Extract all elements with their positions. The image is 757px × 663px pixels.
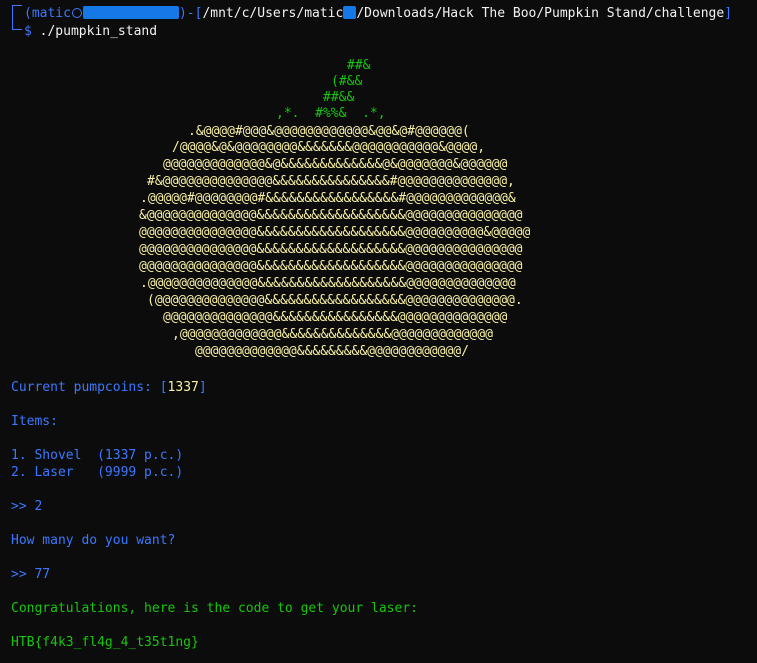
prompt-user: (matic <box>24 6 71 21</box>
pumpcoins-line: Current pumpcoins: [1337] <box>11 379 207 396</box>
pumpcoins-label: Current pumpcoins: <box>11 380 160 395</box>
art-body-row: @@@@@@@@@@@@@@&&&&&&&&&&&&&&&&@@@@@@@@@@… <box>163 310 508 325</box>
flag-text: HTB{f4k3_fl4g_4_t35t1ng} <box>11 635 199 650</box>
art-body-row: &@@@@@@@@@@@@@@&&&&&&&&&&&&&&&&&&&@@@@@@… <box>139 208 523 223</box>
pumpcoins-bracket-open: [ <box>159 380 168 395</box>
art-body-row: /@@@@&@&@@@@@@@@&&&&&&&@@@@@@@@@@@&@@@@, <box>172 140 486 155</box>
art-body-row: @@@@@@@@@@@@@&@&&&&&&&&&&&&&@&@@@@@@@&@@… <box>163 157 508 172</box>
art-body-row: @@@@@@@@@@@@@@@&&&&&&&&&&&&&&&&&&&@@@@@@… <box>139 242 523 257</box>
items-heading: Items: <box>11 414 58 429</box>
skull-icon <box>71 8 82 18</box>
art-stem-row: ##& <box>347 58 371 73</box>
art-body-row: @@@@@@@@@@@@@@@&&&&&&&&&&&&&&&&&&&@@@@@@… <box>139 225 531 240</box>
redacted-hostname <box>82 6 179 19</box>
art-stem-row: (#&& <box>331 74 363 89</box>
art-body-row: @@@@@@@@@@@@@&&&&&&&&&@@@@@@@@@@@@/ <box>195 344 469 359</box>
command-line: $ ./pumpkin_stand <box>24 23 157 40</box>
pumpcoins-value: 1337 <box>167 380 199 395</box>
prompt-separator: )-[ <box>178 6 203 21</box>
prompt-path-close: ] <box>724 6 733 21</box>
prompt-line: (matic )-[/mnt/c/Users/matic/Downloads/Ha… <box>24 5 732 22</box>
art-body-row: .@@@@@#@@@@@@@@#&&&&&&&&&&&&&&&&&#@@@@@@… <box>140 191 516 206</box>
item-shovel: 1. Shovel (1337 p.c.) <box>11 448 184 463</box>
quantity-question: How many do you want? <box>11 533 176 548</box>
art-body-row: ,@@@@@@@@@@@@@&&&&&&&&&&&&&&@@@@@@@@@@@@… <box>172 327 493 342</box>
art-body-row: @@@@@@@@@@@@@@@&&&&&&&&&&&&&&&&&&&@@@@@@… <box>139 259 523 274</box>
art-body-row: (@@@@@@@@@@@@@@&&&&&&&&&&&&&&&&&&@@@@@@@… <box>147 293 523 308</box>
art-body-row: #&@@@@@@@@@@@@@@&&&&&&&&&&&&&&&#@@@@@@@@… <box>147 174 515 189</box>
quantity-prompt: >> 77 <box>11 567 51 582</box>
art-stem-row: ##&& <box>323 90 355 105</box>
art-body-row: .@@@@@@@@@@@@@@&&&&&&&&&&&&&&&&&&&@@@@@@… <box>140 276 516 291</box>
item-laser: 2. Laser (9999 p.c.) <box>11 465 184 480</box>
prompt-dollar: $ <box>24 24 32 39</box>
choice-prompt: >> 2 <box>11 499 43 514</box>
prompt-bracket <box>12 5 22 30</box>
terminal-window[interactable]: (matic )-[/mnt/c/Users/matic/Downloads/Ha… <box>0 0 757 663</box>
congratulations-message: Congratulations, here is the code to get… <box>11 601 418 616</box>
command-text: ./pumpkin_stand <box>39 24 158 39</box>
redacted-username <box>343 6 357 19</box>
pumpcoins-bracket-close: ] <box>198 380 207 395</box>
art-stem-row: ,*. #%%& .*, <box>276 106 386 121</box>
prompt-path: /mnt/c/Users/matic/Downloads/Hack The Bo… <box>202 6 725 21</box>
art-body-row: .&@@@@#@@@&@@@@@@@@@@@@&@@&@#@@@@@@( <box>188 124 470 139</box>
